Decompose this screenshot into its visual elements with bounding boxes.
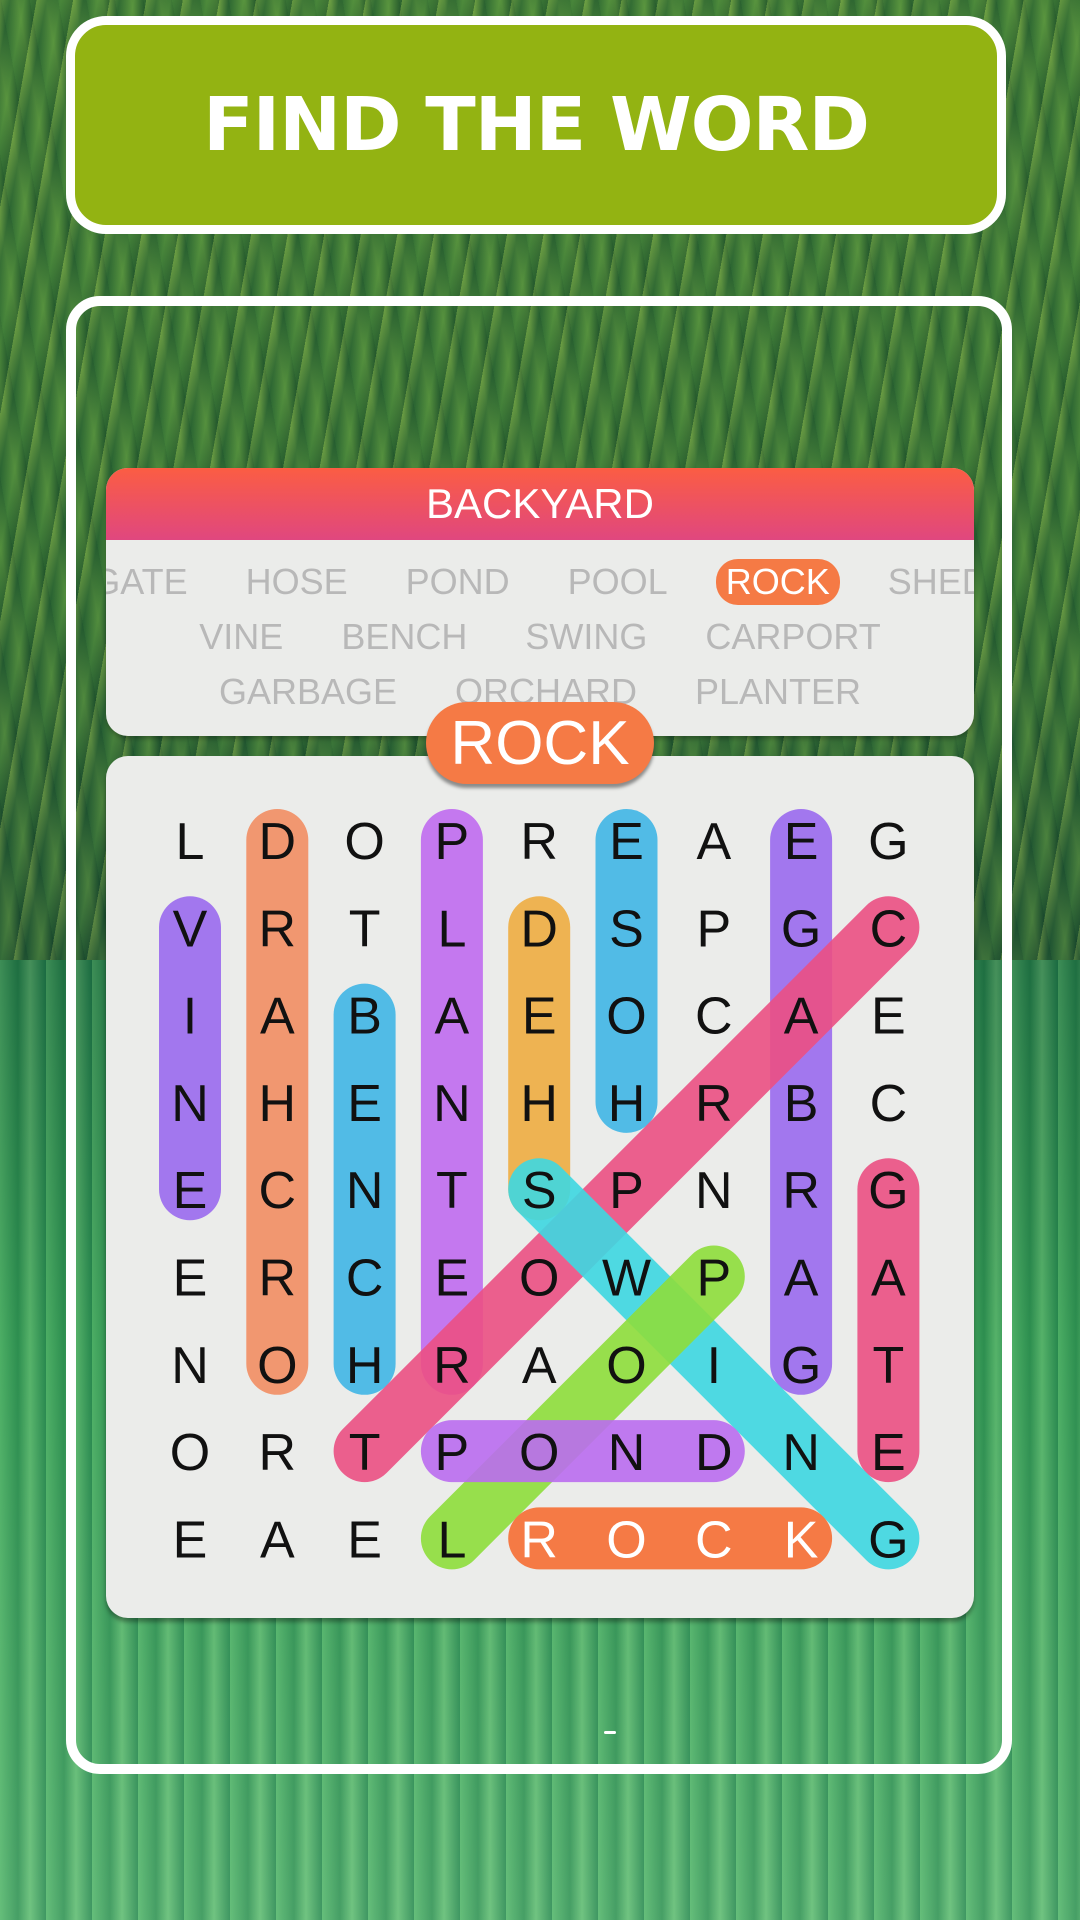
current-word-badge: ROCK	[426, 702, 654, 784]
word-list-item: GATE	[106, 560, 188, 602]
word-list-item: POOL	[567, 560, 668, 602]
word-list-item: HOSE	[245, 560, 348, 602]
word-list-item: SHED	[887, 560, 974, 602]
word-list-item: VINE	[199, 615, 284, 657]
word-list-item: ROCK	[715, 558, 840, 605]
letter-grid-card	[106, 756, 974, 1618]
word-list-item: GARBAGE	[218, 670, 397, 712]
title-banner: FIND THE WORD	[66, 16, 1006, 234]
word-list-item: POND	[405, 560, 510, 602]
word-list-item: CARPORT	[705, 615, 881, 657]
word-list-item: SWING	[525, 615, 648, 657]
home-indicator	[604, 1731, 616, 1734]
word-list-row: GATE HOSE POND POOL ROCK SHED	[106, 554, 974, 609]
category-title: BACKYARD	[426, 480, 654, 527]
word-list: GATE HOSE POND POOL ROCK SHED VINE BENCH SWING CA…	[106, 540, 974, 719]
page-title: FIND THE WORD	[203, 82, 870, 168]
word-list-item: BENCH	[341, 615, 468, 657]
category-card: BACKYARD GATE HOSE POND POOL ROCK SHED VINE BEN…	[106, 468, 974, 736]
word-list-item: PLANTER	[695, 670, 862, 712]
word-list-row: VINE BENCH SWING CARPORT	[106, 609, 974, 664]
category-header: BACKYARD	[106, 468, 974, 540]
